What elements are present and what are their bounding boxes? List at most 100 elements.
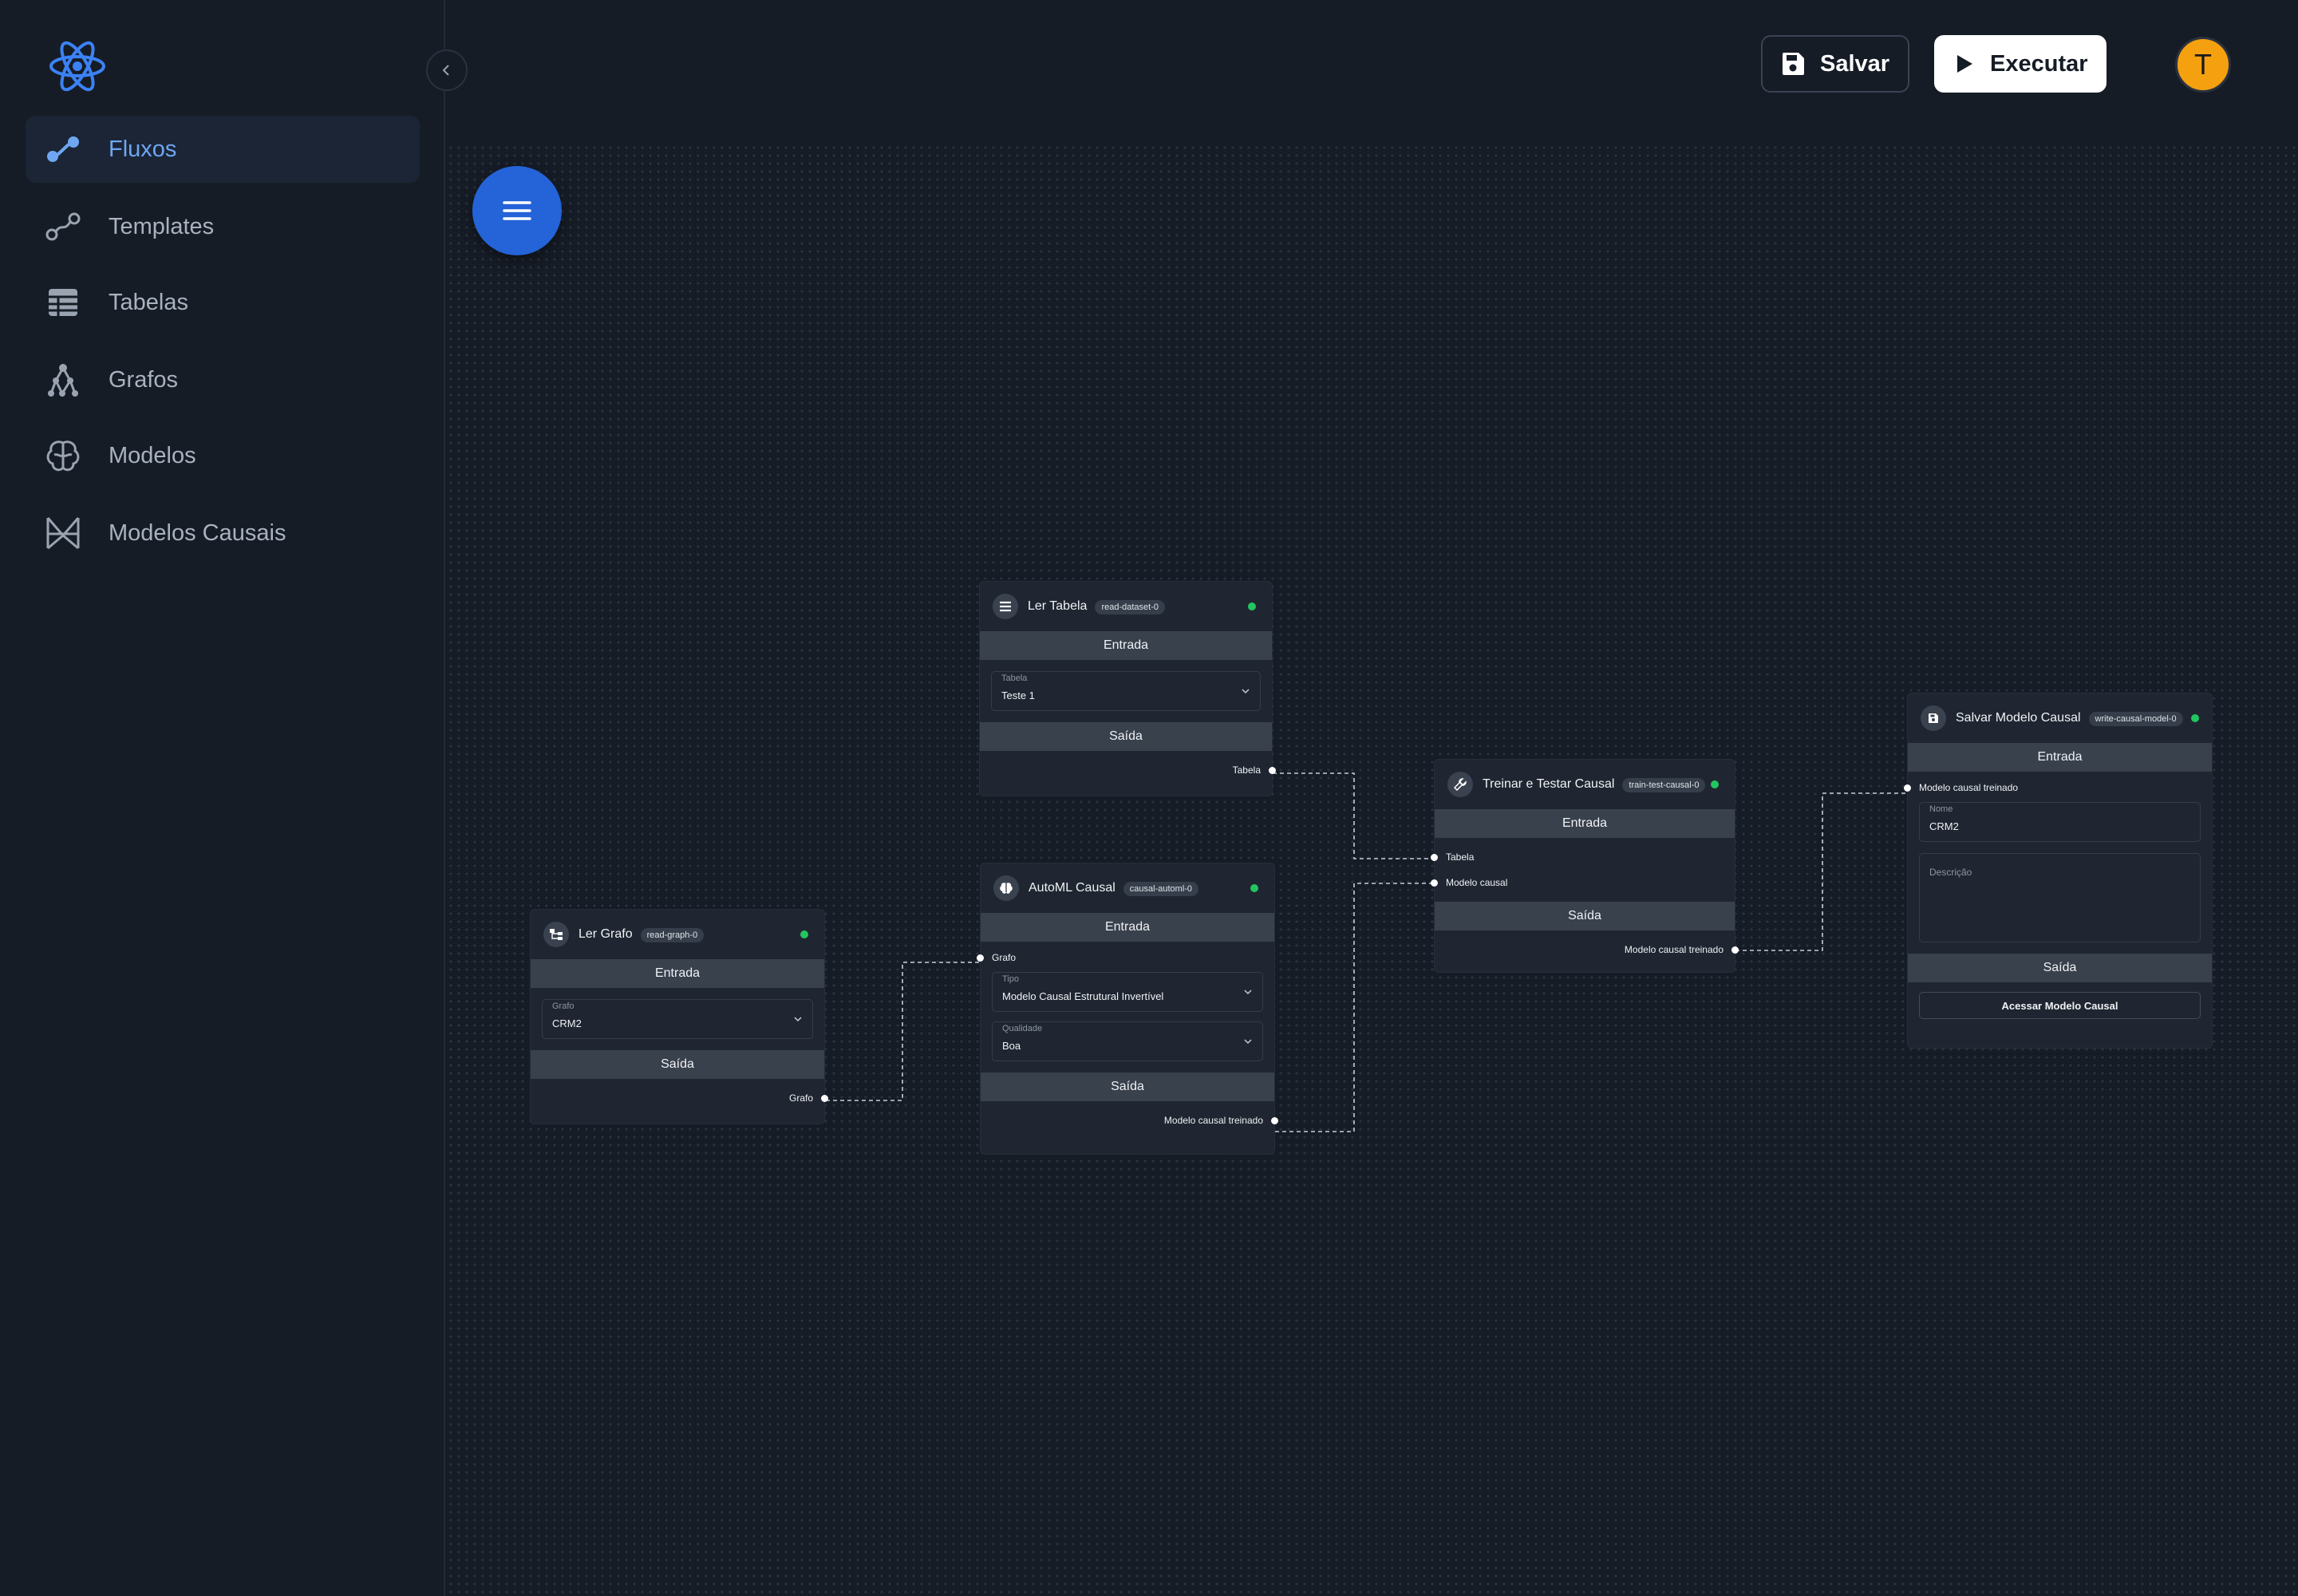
node-header[interactable]: Treinar e Testar Causal train-test-causal… [1435,760,1735,809]
node-write-causal-model[interactable]: Salvar Modelo Causal write-causal-model-0… [1904,693,2213,1049]
name-input[interactable]: Nome CRM2 [1919,802,2201,842]
node-read-table[interactable]: Ler Tabela read-dataset-0 Entrada Tabela … [979,581,1276,796]
input-section-header: Entrada [981,913,1274,942]
node-header[interactable]: Ler Grafo read-graph-0 [531,910,824,959]
chevron-down-icon [1244,990,1252,995]
save-button-label: Salvar [1820,50,1890,77]
app-logo-icon[interactable] [46,37,109,96]
node-title: AutoML Causal causal-automl-0 [1029,881,1199,896]
flow-icon [45,131,81,168]
description-placeholder: Descrição [1929,867,1972,878]
output-port-row: Tabela [980,757,1276,783]
field-value: Modelo Causal Estrutural Invertível [1002,990,1164,1002]
output-port-label: Tabela [1232,764,1261,776]
input-section-header: Entrada [1435,809,1735,838]
field-label: Qualidade [1002,1024,1043,1033]
input-port-handle[interactable] [977,954,984,962]
node-title: Salvar Modelo Causal write-causal-model-0 [1956,711,2183,726]
node-title: Ler Grafo read-graph-0 [578,927,705,942]
output-section-header: Saída [981,1073,1274,1101]
causal-model-icon [45,515,81,551]
sidebar-item-fluxos[interactable]: Fluxos [26,116,420,183]
input-port-handle[interactable] [1431,879,1438,887]
input-port-row: Modelo causal [1431,870,1735,895]
input-port-label: Tabela [1446,851,1475,863]
sidebar-item-grafos[interactable]: Grafos [26,346,420,413]
graph-select[interactable]: Grafo CRM2 [542,999,813,1039]
input-port-handle[interactable] [1904,784,1911,792]
node-read-graph[interactable]: Ler Grafo read-graph-0 Entrada Grafo CRM2… [530,909,828,1124]
field-value: CRM2 [552,1017,582,1029]
chevron-down-icon [794,1017,802,1022]
field-label: Tipo [1002,974,1019,984]
sidebar-item-templates[interactable]: Templates [26,193,420,260]
open-causal-model-button[interactable]: Acessar Modelo Causal [1919,992,2201,1019]
output-port-label: Grafo [788,1092,813,1104]
output-section-header: Saída [1908,954,2212,982]
run-button[interactable]: Executar [1934,35,2106,93]
node-id-badge: causal-automl-0 [1123,882,1199,896]
type-select[interactable]: Tipo Modelo Causal Estrutural Invertível [992,972,1263,1012]
output-port-row: Modelo causal treinado [1435,937,1739,962]
avatar-initial: T [2194,48,2212,81]
input-section-header: Entrada [1908,743,2212,772]
output-port-label: Modelo causal treinado [1624,944,1724,955]
sidebar: Fluxos Templates Tabelas Grafos Modelos … [0,0,445,1596]
menu-icon [503,201,531,220]
chevron-down-icon [1244,1039,1252,1045]
field-value: Boa [1002,1040,1021,1052]
save-icon [1783,53,1804,75]
brain-icon [45,437,81,474]
output-port-handle[interactable] [821,1095,828,1102]
node-title: Ler Tabela read-dataset-0 [1028,599,1165,614]
brain-icon [993,875,1019,901]
avatar[interactable]: T [2175,37,2231,93]
status-dot [2191,714,2199,722]
node-header[interactable]: Salvar Modelo Causal write-causal-model-0 [1908,693,2212,743]
input-section-header: Entrada [531,959,824,988]
input-port-handle[interactable] [1431,854,1438,861]
field-value: CRM2 [1929,820,1959,832]
output-port-handle[interactable] [1731,946,1739,954]
node-train-test-causal[interactable]: Treinar e Testar Causal train-test-causal… [1431,759,1739,973]
menu-button[interactable] [472,166,562,255]
sidebar-item-label: Tabelas [109,289,188,315]
graph-icon [45,361,81,398]
status-dot [1248,602,1256,610]
output-port-handle[interactable] [1269,767,1276,774]
input-port-label: Grafo [992,952,1017,963]
hierarchy-icon [543,922,569,947]
input-port-row: Tabela [1431,844,1735,870]
output-port-handle[interactable] [1271,1117,1278,1124]
output-section-header: Saída [531,1050,824,1079]
table-select[interactable]: Tabela Teste 1 [991,671,1261,711]
node-title: Treinar e Testar Causal train-test-causal… [1483,777,1706,792]
chevron-left-icon [442,65,449,76]
field-value: Teste 1 [1001,689,1035,701]
table-icon [45,284,81,321]
input-port-label: Modelo causal [1446,877,1508,888]
chevron-down-icon [1242,689,1250,694]
list-icon [993,594,1018,619]
input-port-row: Grafo [977,945,1274,970]
node-causal-automl[interactable]: AutoML Causal causal-automl-0 Entrada Gra… [977,863,1278,1155]
sidebar-item-label: Grafos [109,366,179,393]
sidebar-item-modelos[interactable]: Modelos [26,422,420,489]
node-header[interactable]: AutoML Causal causal-automl-0 [981,863,1274,913]
wrench-icon [1447,772,1473,797]
description-textarea[interactable]: Descrição [1919,853,2201,942]
play-icon [1957,55,1972,73]
node-id-badge: read-graph-0 [640,928,705,942]
field-label: Tabela [1001,674,1028,683]
node-header[interactable]: Ler Tabela read-dataset-0 [980,582,1272,631]
sidebar-item-modelos-causais[interactable]: Modelos Causais [26,500,420,567]
save-button[interactable]: Salvar [1761,35,1909,93]
quality-select[interactable]: Qualidade Boa [992,1021,1263,1061]
sidebar-item-tabelas[interactable]: Tabelas [26,269,420,336]
node-id-badge: train-test-causal-0 [1622,778,1706,792]
input-port-row: Modelo causal treinado [1904,775,2212,800]
run-button-label: Executar [1990,50,2088,77]
node-id-badge: read-dataset-0 [1095,600,1165,614]
collapse-sidebar-button[interactable] [426,49,468,91]
status-dot [1711,780,1719,788]
